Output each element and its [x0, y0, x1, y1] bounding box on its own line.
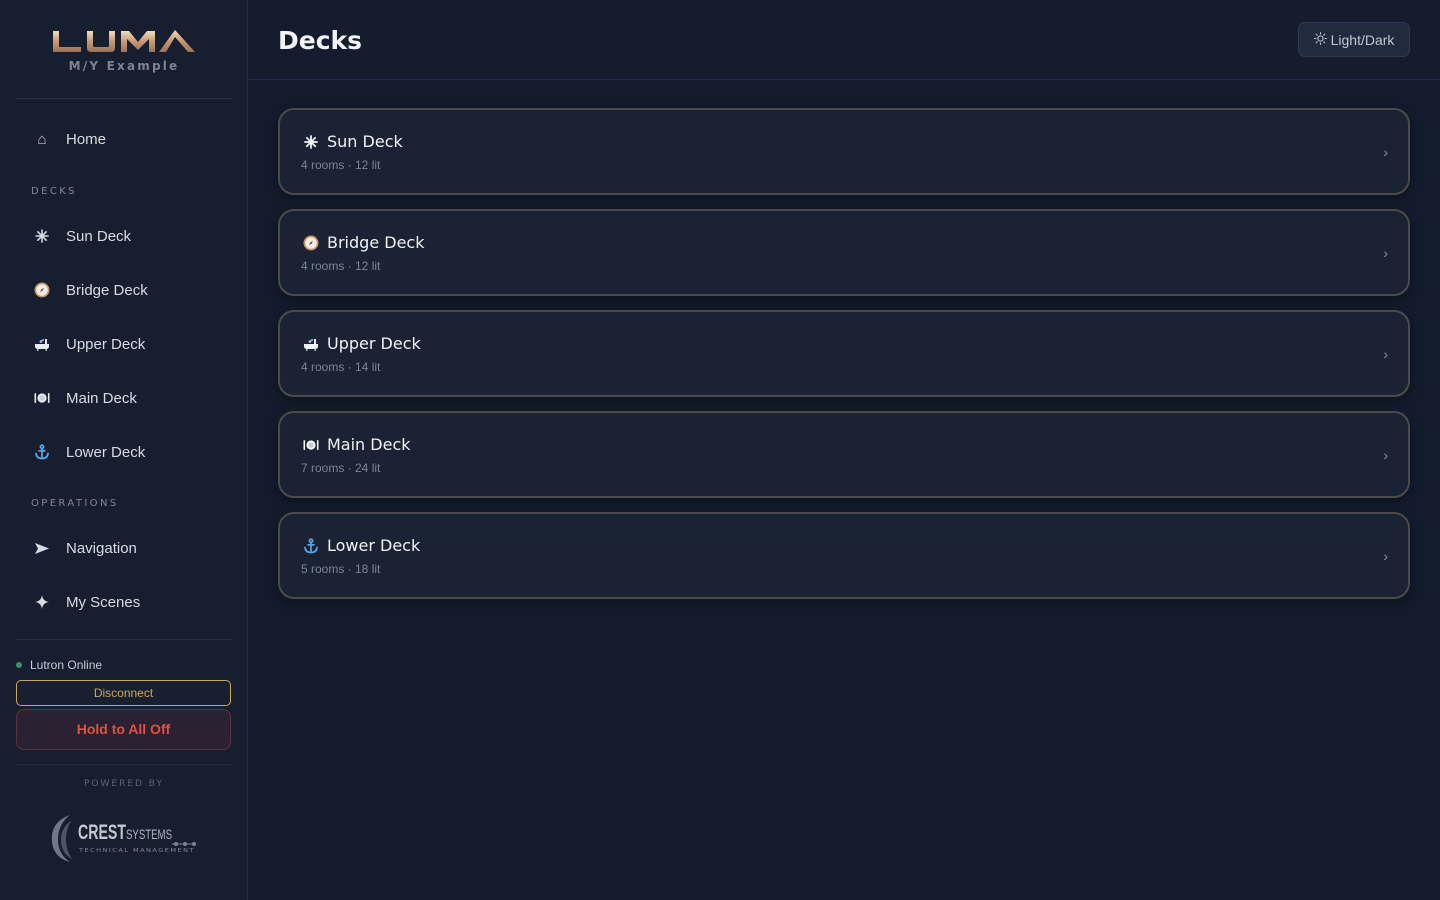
sidebar-item-my-scenes[interactable]: My Scenes [16, 580, 232, 624]
chevron-right-icon: › [1383, 245, 1388, 261]
sidebar-item-lower-deck[interactable]: Lower Deck [16, 430, 232, 474]
top-bar: Decks Light/Dark [248, 0, 1440, 80]
deck-card-title: Upper Deck [327, 334, 421, 353]
anchor-icon [32, 444, 52, 460]
deck-card-meta: 7 rooms · 24 lit [301, 461, 381, 475]
home-icon: ⌂ [37, 130, 47, 148]
crest-systems-logo: CREST SYSTEMS TECHNICAL MANAGEMENT [48, 812, 200, 869]
status-dot-icon [16, 662, 22, 668]
section-label-decks: DECKS [31, 186, 77, 197]
sidebar-item-label: Upper Deck [66, 335, 146, 353]
sidebar-divider [16, 764, 232, 765]
svg-text:CREST: CREST [78, 821, 126, 844]
theme-toggle-button[interactable]: Light/Dark [1298, 22, 1410, 57]
powered-by-label: POWERED BY [83, 779, 164, 789]
navigation-arrow-icon [32, 542, 52, 555]
sparkle-icon [32, 595, 52, 609]
deck-card-meta: 4 rooms · 12 lit [301, 158, 381, 172]
sidebar-item-label: Navigation [66, 539, 137, 557]
sun-icon [32, 229, 52, 243]
sun-icon [301, 134, 321, 149]
hold-all-off-button[interactable]: Hold to All Off [16, 709, 231, 750]
deck-card-title: Bridge Deck [327, 233, 425, 252]
sidebar-divider [16, 639, 232, 640]
sidebar-item-home[interactable]: ⌂ Home [16, 117, 232, 161]
sidebar-item-bridge-deck[interactable]: Bridge Deck [16, 268, 232, 312]
sidebar-item-main-deck[interactable]: Main Deck [16, 376, 232, 420]
luma-logo [53, 30, 195, 52]
bathtub-icon [32, 337, 52, 351]
deck-card-title: Sun Deck [327, 132, 403, 151]
deck-card-lower-deck[interactable]: Lower Deck 5 rooms · 18 lit › [278, 512, 1410, 599]
svg-text:SYSTEMS: SYSTEMS [126, 826, 172, 842]
sidebar-item-sun-deck[interactable]: Sun Deck [16, 214, 232, 258]
deck-card-bridge-deck[interactable]: Bridge Deck 4 rooms · 12 lit › [278, 209, 1410, 296]
svg-text:TECHNICAL MANAGEMENT: TECHNICAL MANAGEMENT [78, 848, 195, 854]
sidebar: M/Y Example ⌂ Home DECKS Sun Deck Bridge… [0, 0, 248, 900]
sidebar-item-label: Sun Deck [66, 227, 132, 245]
theme-toggle-label: Light/Dark [1330, 31, 1395, 48]
chevron-right-icon: › [1383, 346, 1388, 362]
anchor-icon [301, 537, 321, 554]
disconnect-button[interactable]: Disconnect [16, 680, 231, 706]
dining-icon [32, 392, 52, 404]
deck-card-meta: 5 rooms · 18 lit [301, 562, 381, 576]
status-label: Lutron Online [30, 658, 103, 672]
compass-icon [32, 282, 52, 298]
bathtub-icon [301, 337, 321, 351]
deck-card-sun-deck[interactable]: Sun Deck 4 rooms · 12 lit › [278, 108, 1410, 195]
connection-status: Lutron Online [16, 658, 102, 672]
deck-card-title: Lower Deck [327, 536, 421, 555]
deck-card-title: Main Deck [327, 435, 411, 454]
vessel-name: M/Y Example [68, 59, 180, 73]
sidebar-item-label: Lower Deck [66, 443, 146, 461]
sidebar-item-label: Home [66, 130, 107, 148]
sidebar-item-label: Bridge Deck [66, 281, 148, 299]
dining-icon [301, 439, 321, 451]
deck-card-meta: 4 rooms · 12 lit [301, 259, 381, 273]
chevron-right-icon: › [1383, 548, 1388, 564]
sun-outline-icon [1313, 31, 1327, 48]
deck-card-main-deck[interactable]: Main Deck 7 rooms · 24 lit › [278, 411, 1410, 498]
deck-card-meta: 4 rooms · 14 lit [301, 360, 381, 374]
sidebar-item-navigation[interactable]: Navigation [16, 526, 232, 570]
section-label-operations: OPERATIONS [31, 498, 119, 509]
chevron-right-icon: › [1383, 144, 1388, 160]
chevron-right-icon: › [1383, 447, 1388, 463]
compass-icon [301, 235, 321, 251]
sidebar-item-upper-deck[interactable]: Upper Deck [16, 322, 232, 366]
sidebar-divider [16, 98, 232, 99]
deck-card-upper-deck[interactable]: Upper Deck 4 rooms · 14 lit › [278, 310, 1410, 397]
sidebar-item-label: My Scenes [66, 593, 141, 611]
sidebar-item-label: Main Deck [66, 389, 137, 407]
brand-logo: M/Y Example [0, 28, 248, 73]
page-title: Decks [278, 26, 363, 55]
